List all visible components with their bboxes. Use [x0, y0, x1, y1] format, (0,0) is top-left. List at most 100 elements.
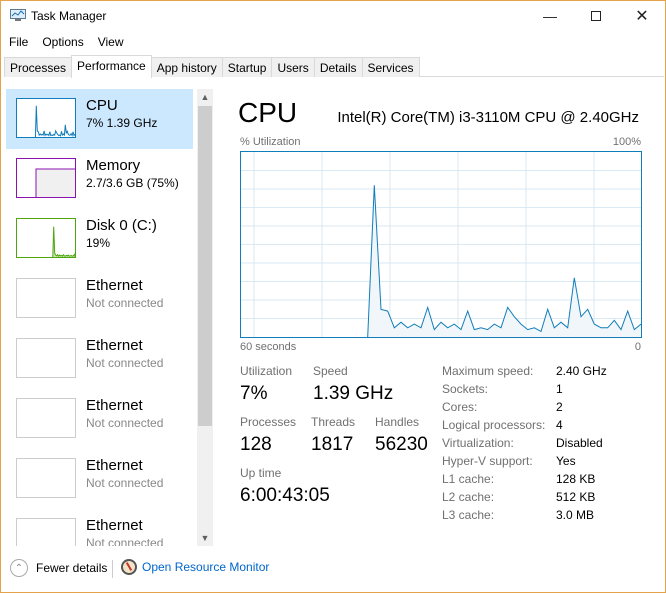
close-button[interactable]: ✕ [619, 1, 665, 31]
utilization-value: 7% [240, 383, 268, 404]
sidebar-item-name: CPU [86, 97, 118, 114]
sidebar-item-status: Not connected [86, 356, 164, 370]
menu-view[interactable]: View [90, 33, 130, 53]
processes-label: Processes [240, 415, 297, 429]
sidebar-item-ethernet[interactable]: Ethernet Not connected [6, 449, 193, 509]
open-resource-monitor-label: Open Resource Monitor [142, 560, 270, 574]
spec-value: 2.40 GHz [556, 364, 607, 378]
spec-value: 3.0 MB [556, 508, 595, 522]
menu-bar: File Options View [1, 33, 130, 53]
scrollbar-thumb[interactable] [198, 106, 212, 426]
spec-label: Cores: [442, 400, 478, 414]
utilization-label: Utilization [240, 364, 293, 378]
spec-value: Disabled [556, 436, 603, 450]
handles-value: 56230 [375, 434, 428, 455]
minimize-icon: — [543, 8, 557, 24]
spec-value: 4 [556, 418, 563, 432]
maximize-button[interactable] [573, 1, 619, 31]
x-right-label: 0 [634, 341, 641, 353]
divider [112, 560, 113, 578]
sidebar-thumbnail-graph [16, 98, 76, 138]
spec-label: L2 cache: [442, 490, 495, 504]
spec-label: L3 cache: [442, 508, 495, 522]
tab-users[interactable]: Users [271, 57, 315, 77]
sidebar-item-name: Ethernet [86, 517, 143, 534]
spec-value: 1 [556, 382, 563, 396]
menu-options[interactable]: Options [34, 33, 89, 53]
spec-label: Logical processors: [442, 418, 546, 432]
sidebar-item-ethernet[interactable]: Ethernet Not connected [6, 329, 193, 389]
sidebar-item-ethernet[interactable]: Ethernet Not connected [6, 509, 193, 546]
spec-value: 128 KB [556, 472, 596, 486]
sidebar-item-ethernet[interactable]: Ethernet Not connected [6, 389, 193, 449]
tab-bar: Processes Performance App history Startup Us… [4, 55, 664, 78]
task-manager-icon [10, 9, 26, 21]
page-title: CPU [238, 97, 298, 128]
speed-value: 1.39 GHz [313, 383, 394, 404]
sidebar-scrollbar[interactable]: ▲ ▼ [197, 89, 213, 546]
processes-value: 128 [240, 434, 272, 455]
handles-label: Handles [375, 415, 420, 429]
y-max-label: 100% [612, 136, 641, 148]
tab-details[interactable]: Details [313, 57, 363, 77]
title-bar: Task Manager — ✕ [1, 1, 665, 31]
sidebar-item-name: Ethernet [86, 337, 143, 354]
spec-value: 2 [556, 400, 563, 414]
fewer-details-label: Fewer details [36, 561, 108, 575]
sidebar-item-status: Not connected [86, 536, 164, 546]
uptime-label: Up time [240, 466, 282, 480]
sidebar-item-status: 2.7/3.6 GB (75%) [86, 176, 179, 190]
tab-processes[interactable]: Processes [4, 57, 73, 77]
threads-label: Threads [311, 415, 356, 429]
sidebar-item-cpu[interactable]: CPU 7% 1.39 GHz [6, 89, 193, 149]
sidebar-thumbnail-graph [16, 398, 76, 438]
sidebar-item-status: Not connected [86, 416, 164, 430]
sidebar-thumbnail-graph [16, 338, 76, 378]
spec-label: Maximum speed: [442, 364, 534, 378]
threads-value: 1817 [311, 434, 354, 455]
sidebar-item-status: Not connected [86, 296, 164, 310]
sidebar-item-name: Memory [86, 157, 141, 174]
cpu-utilization-chart [240, 151, 642, 338]
maximize-icon [591, 11, 601, 21]
sidebar-item-name: Ethernet [86, 277, 143, 294]
cpu-model: Intel(R) Core(TM) i3-3110M CPU @ 2.40GHz [337, 109, 639, 126]
sidebar-thumbnail-graph [16, 218, 76, 258]
menu-file[interactable]: File [1, 33, 34, 53]
sidebar-thumbnail-graph [16, 158, 76, 198]
sidebar-item-ethernet[interactable]: Ethernet Not connected [6, 269, 193, 329]
tab-services[interactable]: Services [361, 57, 420, 77]
tab-performance[interactable]: Performance [71, 55, 152, 78]
sidebar-item-status: Not connected [86, 476, 164, 490]
spec-value: 512 KB [556, 490, 596, 504]
fewer-details-button[interactable]: ⌃ Fewer details [10, 559, 107, 577]
sidebar-item-memory[interactable]: Memory 2.7/3.6 GB (75%) [6, 149, 193, 209]
spec-label: L1 cache: [442, 472, 495, 486]
spec-value: Yes [556, 454, 576, 468]
sidebar-thumbnail-graph [16, 518, 76, 546]
resource-monitor-icon [121, 559, 137, 575]
x-left-label: 60 seconds [240, 341, 297, 353]
tab-app-history[interactable]: App history [150, 57, 223, 77]
scroll-up-icon[interactable]: ▲ [197, 89, 213, 105]
sidebar-item-name: Ethernet [86, 457, 143, 474]
resource-list: CPU 7% 1.39 GHz Memory 2.7/3.6 GB (75%) Disk… [6, 89, 193, 546]
sidebar-item-name: Disk 0 (C:) [86, 217, 157, 234]
spec-label: Sockets: [442, 382, 489, 396]
chevron-up-icon: ⌃ [10, 559, 28, 577]
scroll-down-icon[interactable]: ▼ [197, 530, 213, 546]
speed-label: Speed [313, 364, 348, 378]
sidebar-thumbnail-graph [16, 458, 76, 498]
spec-label: Virtualization: [442, 436, 514, 450]
uptime-value: 6:00:43:05 [240, 485, 330, 506]
window-title: Task Manager [31, 9, 107, 23]
sidebar-item-name: Ethernet [86, 397, 143, 414]
sidebar-item-disk-0-c[interactable]: Disk 0 (C:) 19% [6, 209, 193, 269]
task-manager-window: Task Manager — ✕ File Options View Proce… [0, 0, 666, 593]
minimize-button[interactable]: — [527, 1, 573, 31]
open-resource-monitor-link[interactable]: Open Resource Monitor [121, 559, 269, 575]
tab-startup[interactable]: Startup [221, 57, 273, 77]
footer: ⌃ Fewer details Open Resource Monitor [1, 546, 665, 592]
sidebar-thumbnail-graph [16, 278, 76, 318]
close-icon: ✕ [635, 8, 649, 25]
